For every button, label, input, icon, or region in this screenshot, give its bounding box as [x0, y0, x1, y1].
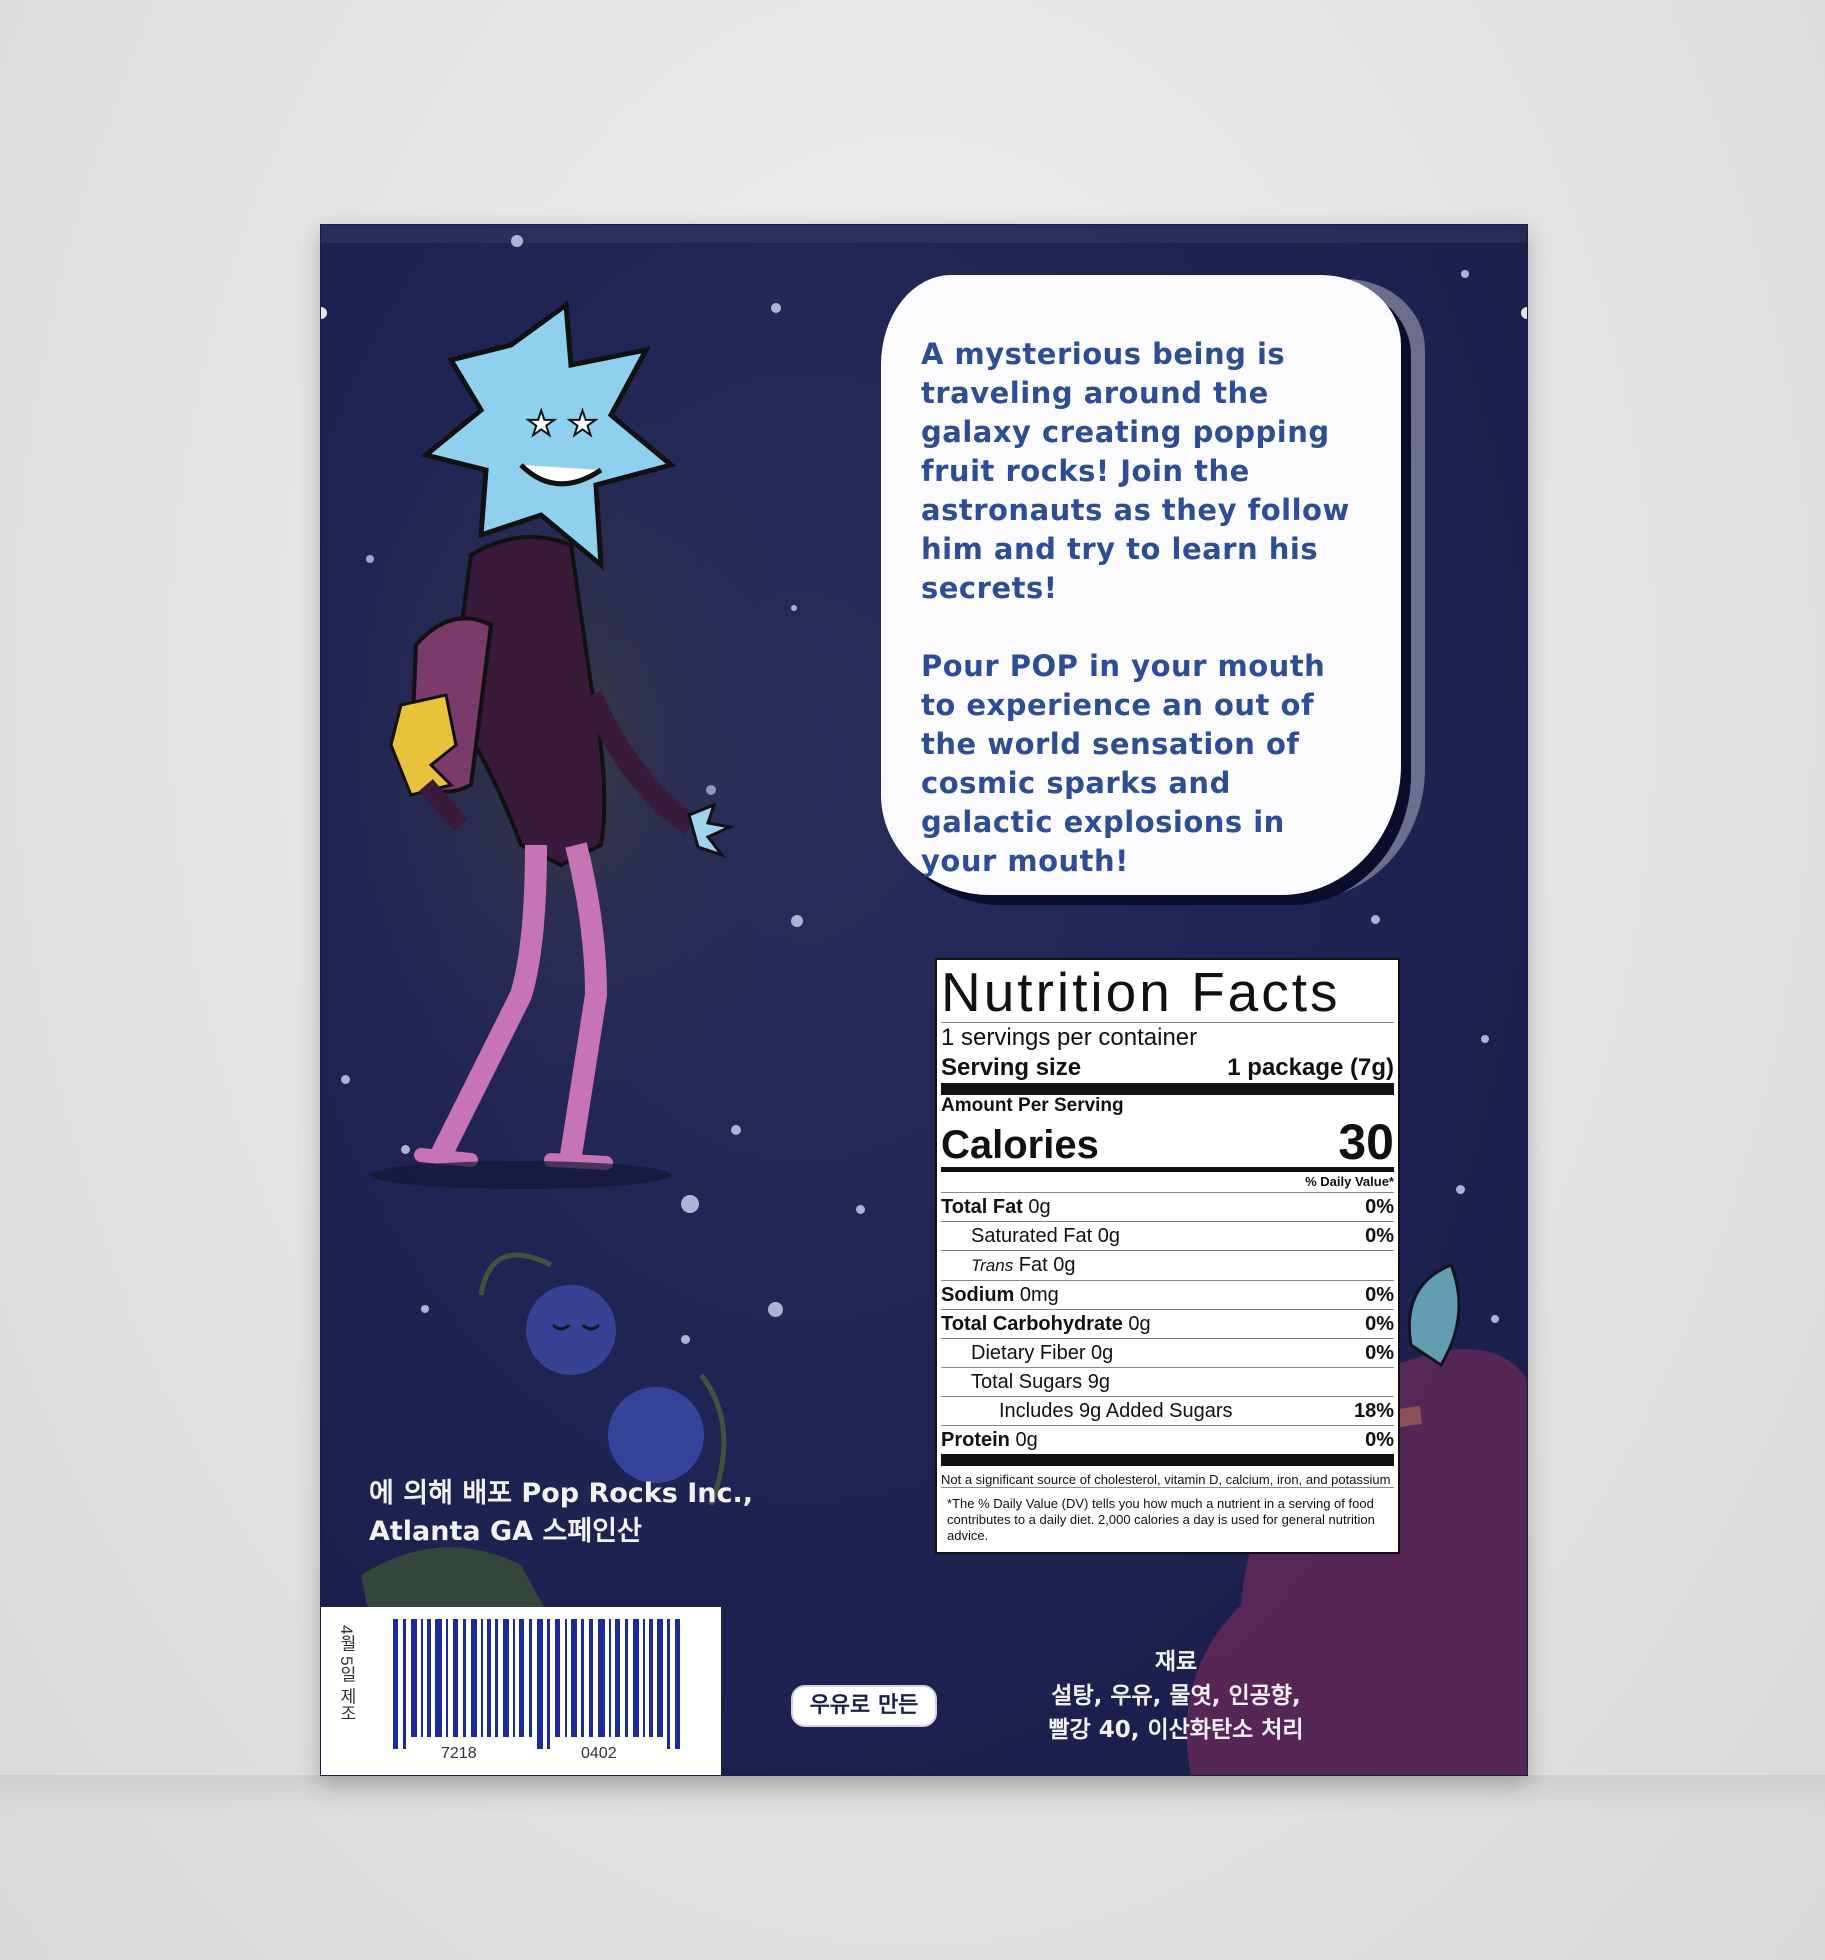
ingredients-line-1: 설탕, 우유, 물엿, 인공향,	[1051, 1683, 1301, 1709]
serving-size-label: Serving size	[941, 1054, 1082, 1081]
nutrient-name: Total Sugars 9g	[971, 1371, 1110, 1393]
nutrient-row: Total Sugars 9g	[941, 1368, 1394, 1397]
daily-value-header: % Daily Value*	[941, 1172, 1394, 1193]
story-paragraph-1: A mysterious being is traveling around t…	[921, 337, 1350, 605]
nutrient-amount: 0g	[1122, 1313, 1151, 1335]
nutrient-row: Includes 9g Added Sugars 18%	[941, 1397, 1394, 1426]
story-paragraph-2: Pour POP in your mouth to experience an …	[921, 649, 1326, 878]
floor-shadow	[0, 1775, 1825, 1815]
nutrient-name: Total Carbohydrate	[941, 1313, 1123, 1335]
nutrient-name: Protein	[941, 1429, 1010, 1451]
nutrient-amount: 0mg	[1014, 1284, 1059, 1306]
amount-per-serving: Amount Per Serving	[941, 1095, 1124, 1116]
nutrient-dv: 0%	[1365, 1429, 1394, 1451]
nutrient-name: Includes 9g Added Sugars	[999, 1400, 1233, 1422]
barcode-number-right: 0402	[581, 1745, 617, 1762]
nutrient-row: Sodium 0mg 0%	[941, 1281, 1394, 1310]
nutrition-note: Not a significant source of cholesterol,…	[941, 1466, 1394, 1488]
nutrient-dv: 0%	[1365, 1284, 1394, 1306]
svg-text:★ ★: ★ ★	[526, 404, 598, 444]
character-shadow	[371, 1161, 671, 1189]
nutrient-name: Dietary Fiber 0g	[971, 1342, 1114, 1364]
ingredients-title: 재료	[1154, 1649, 1198, 1675]
manufacture-date: 4월 5일 제조	[337, 1625, 356, 1722]
nutrient-amount: 0g	[1022, 1196, 1051, 1218]
nutrient-name: Total Fat	[941, 1196, 1023, 1218]
nutrient-row: Trans Fat 0g	[941, 1251, 1394, 1281]
nutrient-name: Trans	[971, 1256, 1014, 1275]
distributor-info: 에 의해 배포 Pop Rocks Inc., Atlanta GA 스페인산	[369, 1475, 753, 1551]
nutrition-title: Nutrition Facts	[941, 962, 1394, 1023]
nutrient-dv: 0%	[1365, 1313, 1394, 1335]
distributor-line-1: 에 의해 배포 Pop Rocks Inc.,	[369, 1478, 754, 1509]
barcode-area: 4월 5일 제조 7218 0402	[321, 1607, 721, 1775]
nutrient-row: Dietary Fiber 0g 0%	[941, 1339, 1394, 1368]
calories-row: Calories 30	[941, 1117, 1394, 1172]
nutrient-row: Saturated Fat 0g 0%	[941, 1222, 1394, 1251]
nutrient-row: Total Fat 0g 0%	[941, 1193, 1394, 1222]
serving-size-row: Serving size 1 package (7g)	[941, 1053, 1394, 1095]
nutrient-amount: Fat 0g	[1013, 1254, 1076, 1276]
nutrient-name: Saturated Fat 0g	[971, 1225, 1120, 1247]
nutrient-amount: 0g	[1009, 1429, 1038, 1451]
nutrient-row: Total Carbohydrate 0g 0%	[941, 1310, 1394, 1339]
barcode-number-left: 7218	[441, 1745, 477, 1762]
story-text: A mysterious being is traveling around t…	[921, 335, 1361, 920]
calories-label: Calories	[941, 1123, 1099, 1167]
ingredients-line-2: 빨강 40, 이산화탄소 처리	[1048, 1717, 1304, 1743]
nutrient-name: Sodium	[941, 1284, 1015, 1306]
candy-package-back: ★ ★ A mysterious being is traveling arou…	[321, 225, 1527, 1775]
nutrient-row: Protein 0g 0%	[941, 1426, 1394, 1466]
nutrient-dv: 0%	[1365, 1342, 1394, 1364]
nutrition-footnote: *The % Daily Value (DV) tells you how mu…	[947, 1496, 1375, 1543]
barcode	[393, 1619, 680, 1749]
distributor-line-2: Atlanta GA 스페인산	[369, 1516, 642, 1547]
calories-value: 30	[1338, 1114, 1394, 1170]
made-with-milk-badge: 우유로 만든	[791, 1685, 937, 1727]
serving-size-value: 1 package (7g)	[1227, 1054, 1394, 1081]
nutrient-dv: 0%	[1365, 1196, 1394, 1218]
ingredients-block: 재료 설탕, 우유, 물엿, 인공향, 빨강 40, 이산화탄소 처리	[1011, 1645, 1341, 1747]
nutrient-dv: 18%	[1353, 1400, 1394, 1422]
servings-per-container: 1 servings per container	[941, 1024, 1198, 1051]
nutrient-dv: 0%	[1365, 1225, 1394, 1247]
nutrition-facts-panel: Nutrition Facts 1 servings per container…	[935, 958, 1400, 1554]
